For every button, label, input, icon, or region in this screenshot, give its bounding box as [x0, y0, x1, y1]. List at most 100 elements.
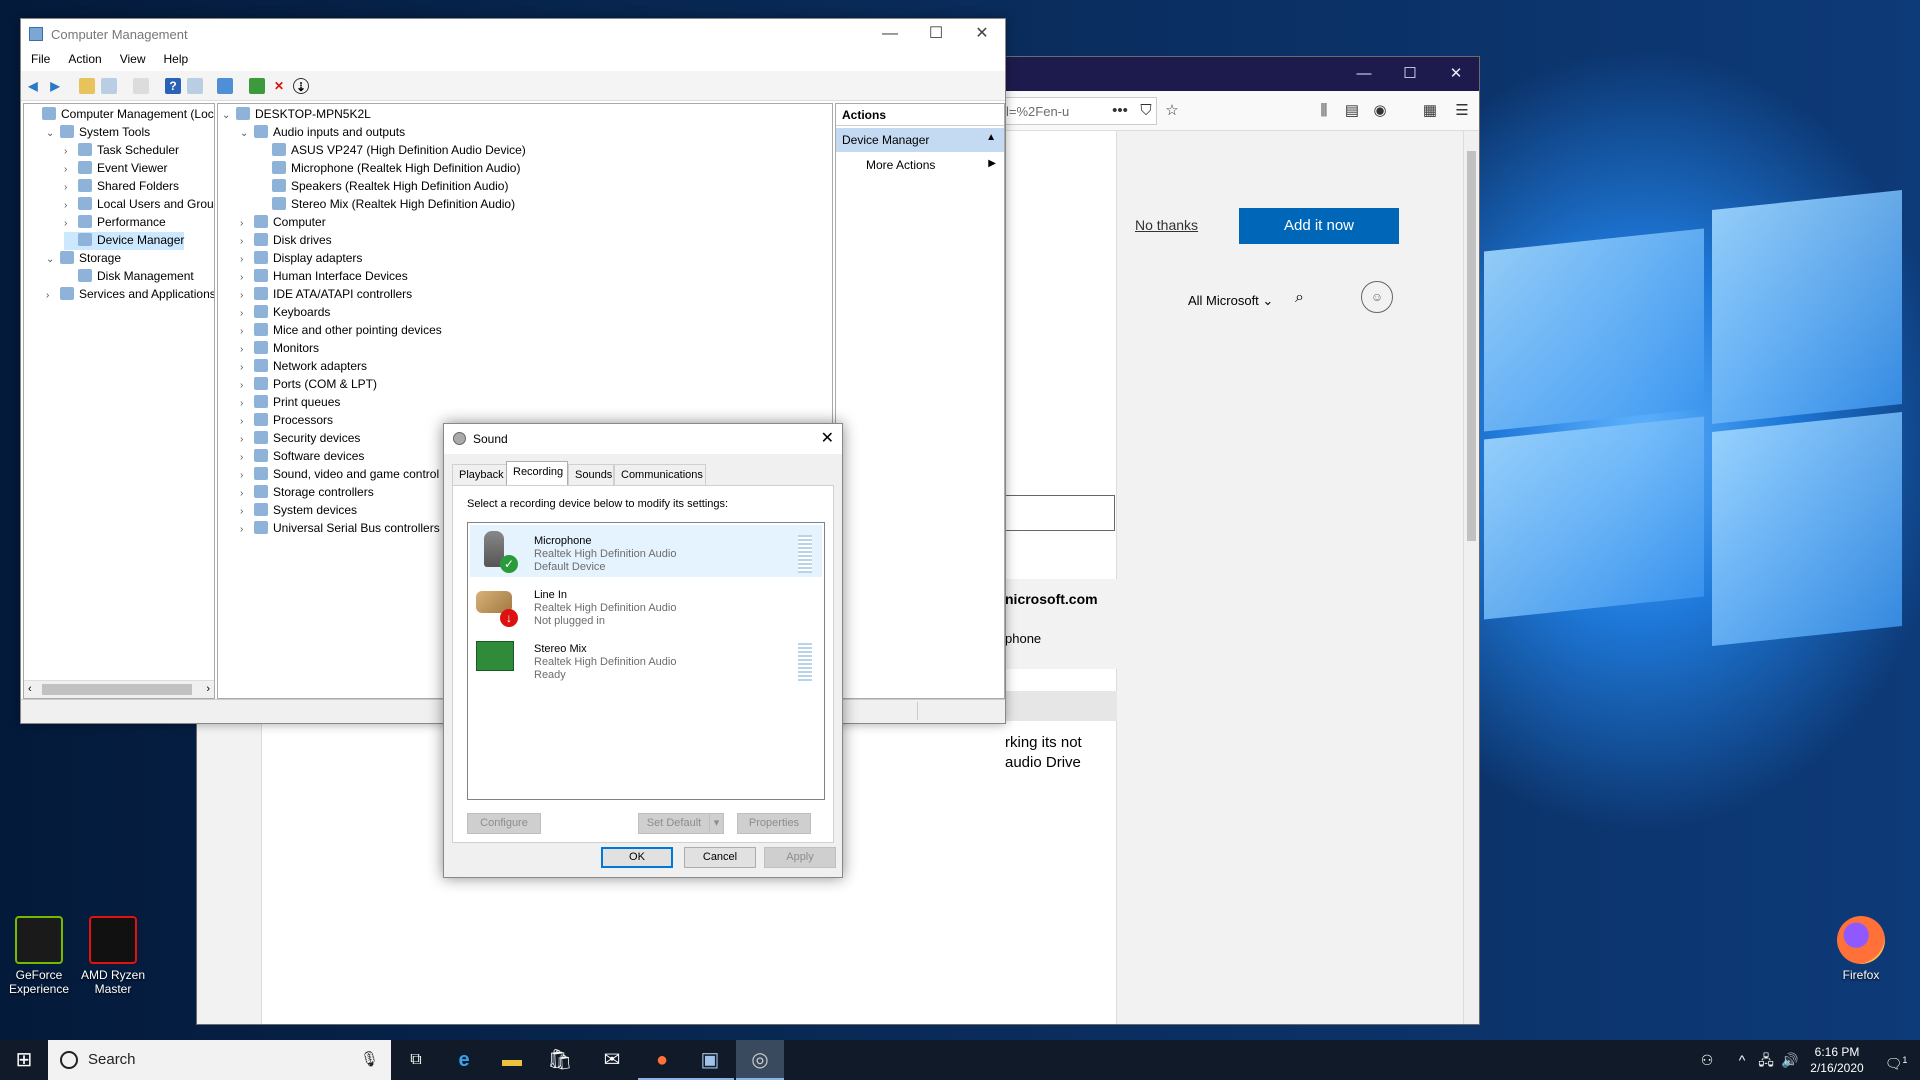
menu-file[interactable]: File — [21, 49, 58, 66]
device-item[interactable]: › Storage controllers — [240, 484, 374, 502]
device-item[interactable]: › Computer — [240, 214, 326, 232]
device-item[interactable]: › Software devices — [240, 448, 364, 466]
tree-item[interactable]: › Performance — [64, 214, 166, 232]
expand-toggle-icon[interactable]: › — [240, 395, 254, 412]
more-actions-item[interactable]: More Actions ▶ — [836, 154, 1004, 176]
tab-recording[interactable]: Recording — [506, 461, 568, 486]
show-hide-action-pane-icon[interactable] — [187, 78, 203, 94]
ok-button[interactable]: OK — [601, 847, 673, 868]
expand-toggle-icon[interactable]: › — [240, 413, 254, 430]
close-button[interactable]: ✕ — [959, 19, 1005, 49]
sound-titlebar[interactable]: Sound ✕ — [444, 424, 842, 454]
mmc-titlebar[interactable]: Computer Management — ☐ ✕ — [21, 19, 1005, 49]
expand-toggle-icon[interactable]: ⌄ — [46, 125, 60, 142]
list-item[interactable]: ↓ Line In Realtek High Definition Audio … — [470, 579, 822, 631]
tree-item[interactable]: Device Manager — [64, 232, 185, 250]
recording-device-list[interactable]: ✓ Microphone Realtek High Definition Aud… — [467, 522, 825, 800]
expand-toggle-icon[interactable]: › — [240, 233, 254, 250]
text-input-box[interactable] — [1005, 495, 1115, 531]
tree-item[interactable]: › Task Scheduler — [64, 142, 179, 160]
volume-icon[interactable]: 🔊 — [1778, 1040, 1802, 1080]
set-default-dropdown-icon[interactable]: ▾ — [709, 813, 724, 834]
device-item[interactable]: Stereo Mix (Realtek High Definition Audi… — [258, 196, 515, 214]
expand-toggle-icon[interactable]: › — [240, 431, 254, 448]
expand-toggle-icon[interactable]: › — [240, 521, 254, 538]
device-item[interactable]: › IDE ATA/ATAPI controllers — [240, 286, 412, 304]
device-item[interactable]: › Monitors — [240, 340, 319, 358]
expand-toggle-icon[interactable]: › — [64, 197, 78, 214]
up-folder-icon[interactable] — [79, 78, 95, 94]
expand-toggle-icon[interactable]: ⌄ — [46, 251, 60, 268]
expand-toggle-icon[interactable]: › — [240, 305, 254, 322]
desktop-icon-geforce[interactable]: GeForce Experience — [0, 916, 78, 996]
device-item[interactable]: › Security devices — [240, 430, 360, 448]
all-microsoft-menu[interactable]: All Microsoft ⌄ — [1188, 293, 1273, 309]
scan-hardware-icon[interactable]: ⇣ — [293, 78, 309, 94]
sound-taskbar-icon[interactable]: ◎ — [736, 1040, 784, 1080]
device-item[interactable]: › Network adapters — [240, 358, 367, 376]
expand-toggle-icon[interactable]: › — [64, 179, 78, 196]
show-hidden-icons[interactable]: ^ — [1730, 1040, 1754, 1080]
start-button[interactable]: ⊞ — [0, 1040, 48, 1080]
menu-help[interactable]: Help — [154, 49, 197, 66]
list-item[interactable]: Stereo Mix Realtek High Definition Audio… — [470, 633, 822, 685]
page-actions-icon[interactable]: ••• — [1109, 100, 1131, 122]
set-default-button[interactable]: Set Default — [638, 813, 710, 834]
expand-toggle-icon[interactable]: › — [240, 467, 254, 484]
device-item[interactable]: › Print queues — [240, 394, 340, 412]
desktop-icon-ryzen-master[interactable]: AMD Ryzen Master — [74, 916, 152, 996]
scrollbar-thumb[interactable] — [1467, 151, 1476, 541]
clock[interactable]: 6:16 PM 2/16/2020 — [1802, 1040, 1872, 1080]
properties-button[interactable]: Properties — [737, 813, 811, 834]
expand-toggle-icon[interactable]: › — [240, 287, 254, 304]
expand-toggle-icon[interactable]: › — [240, 449, 254, 466]
bookmark-star-icon[interactable]: ☆ — [1161, 100, 1183, 122]
no-thanks-link[interactable]: No thanks — [1135, 217, 1198, 233]
account-icon[interactable]: ◉ — [1369, 100, 1391, 122]
expand-toggle-icon[interactable]: › — [240, 323, 254, 340]
scrollbar-thumb[interactable] — [42, 684, 192, 695]
maximize-button[interactable]: ☐ — [1387, 57, 1433, 91]
expand-toggle-icon[interactable]: › — [240, 485, 254, 502]
tree-item[interactable]: Disk Management — [64, 268, 194, 286]
library-icon[interactable]: ⫼ — [1313, 100, 1335, 122]
tab-sounds[interactable]: Sounds — [568, 464, 614, 485]
list-item[interactable]: ✓ Microphone Realtek High Definition Aud… — [470, 525, 822, 577]
cancel-button[interactable]: Cancel — [684, 847, 756, 868]
edge-icon[interactable]: e — [440, 1040, 488, 1080]
scroll-right-arrow[interactable]: › — [206, 683, 210, 695]
file-explorer-icon[interactable]: ▬ — [488, 1040, 536, 1080]
device-item[interactable]: ⌄ Audio inputs and outputs — [240, 124, 405, 142]
mail-icon[interactable]: ✉ — [588, 1040, 636, 1080]
forward-icon[interactable]: ▶ — [47, 78, 63, 94]
notification-icon[interactable]: 🗨1 — [1878, 1040, 1914, 1080]
expand-toggle-icon[interactable]: › — [240, 503, 254, 520]
expand-toggle-icon[interactable]: › — [64, 143, 78, 160]
expand-toggle-icon[interactable]: › — [240, 251, 254, 268]
tree-item[interactable]: ⌄ Storage — [46, 250, 121, 268]
expand-toggle-icon[interactable]: › — [240, 377, 254, 394]
scroll-left-arrow[interactable]: ‹ — [28, 683, 32, 695]
apply-button[interactable]: Apply — [764, 847, 836, 868]
device-item[interactable]: › Display adapters — [240, 250, 362, 268]
expand-toggle-icon[interactable]: › — [240, 269, 254, 286]
show-hide-tree-icon[interactable] — [101, 78, 117, 94]
menu-view[interactable]: View — [110, 49, 154, 66]
extensions-icon[interactable]: ▦ — [1419, 100, 1441, 122]
tree-item[interactable]: › Shared Folders — [64, 178, 179, 196]
tree-item[interactable]: › Local Users and Groups — [64, 196, 214, 214]
expand-toggle-icon[interactable]: › — [240, 359, 254, 376]
monitor-icon[interactable] — [217, 78, 233, 94]
device-item[interactable]: Speakers (Realtek High Definition Audio) — [258, 178, 508, 196]
minimize-button[interactable]: — — [867, 19, 913, 49]
tab-playback[interactable]: Playback — [452, 464, 508, 485]
update-driver-icon[interactable] — [249, 78, 265, 94]
device-item[interactable]: › Sound, video and game control — [240, 466, 439, 484]
network-icon[interactable]: 🖧 — [1754, 1040, 1778, 1080]
device-item[interactable]: › System devices — [240, 502, 357, 520]
actions-section-device-manager[interactable]: Device Manager ▲ — [836, 128, 1004, 152]
expand-toggle-icon[interactable]: ⌄ — [222, 107, 236, 124]
add-it-now-button[interactable]: Add it now — [1239, 208, 1399, 244]
tree-horizontal-scrollbar[interactable]: ‹ › — [24, 680, 214, 698]
pocket-icon[interactable]: ⛉ — [1135, 100, 1157, 122]
